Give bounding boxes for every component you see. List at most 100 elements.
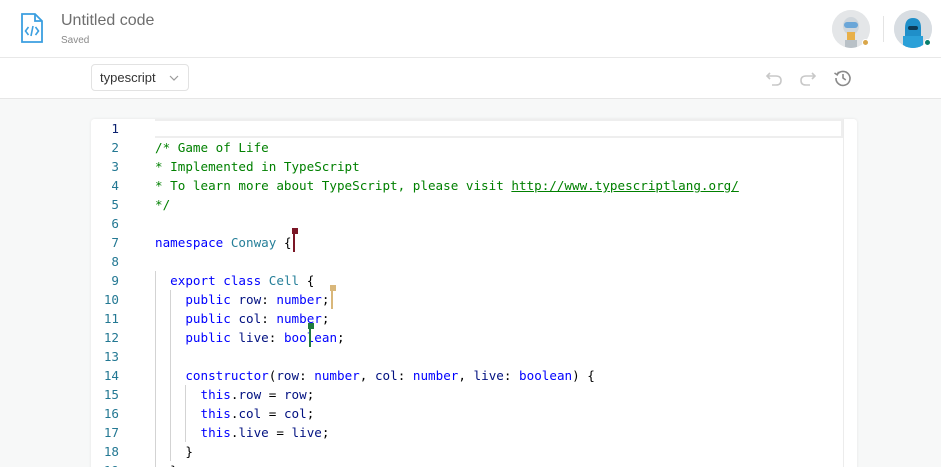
code-token: ; bbox=[321, 311, 330, 326]
code-token: col bbox=[283, 406, 307, 421]
line-number: 15 bbox=[103, 387, 119, 402]
code-token: : bbox=[268, 330, 284, 345]
code-token: , bbox=[458, 368, 474, 383]
code-token: namespace bbox=[155, 235, 224, 250]
redo-button[interactable] bbox=[797, 67, 819, 89]
line-number: 4 bbox=[111, 178, 119, 193]
remote-cursor-flag bbox=[307, 323, 314, 329]
code-token: boolean bbox=[519, 368, 573, 383]
code-line: /* Game of Life bbox=[155, 138, 269, 157]
editor-toolbar: typescript bbox=[0, 58, 941, 99]
line-number: 3 bbox=[111, 159, 119, 174]
code-token: col bbox=[238, 406, 262, 421]
code-editor[interactable]: 12345678910111213141516171819 /* Game of… bbox=[91, 119, 857, 467]
code-token: = bbox=[261, 387, 284, 402]
presence-indicator bbox=[924, 39, 931, 46]
line-number: 13 bbox=[103, 349, 119, 364]
code-token: } bbox=[155, 444, 193, 459]
code-line: } bbox=[155, 461, 178, 467]
code-token: * Implemented in TypeScript bbox=[155, 159, 360, 174]
line-number: 19 bbox=[91, 463, 119, 467]
line-number: 18 bbox=[103, 444, 119, 459]
code-line: this.row = row; bbox=[155, 385, 315, 404]
indent-guide bbox=[185, 385, 187, 442]
code-token: : bbox=[261, 311, 277, 326]
history-icon bbox=[834, 70, 851, 87]
code-token: { bbox=[276, 235, 292, 250]
line-number: 12 bbox=[103, 330, 119, 345]
code-token: export bbox=[170, 273, 216, 288]
code-token: public bbox=[185, 330, 231, 345]
code-line: namespace Conway { bbox=[155, 233, 292, 252]
code-link[interactable]: http://www.typescriptlang.org/ bbox=[511, 178, 738, 193]
code-line: this.col = col; bbox=[155, 404, 315, 423]
code-token: this bbox=[200, 387, 231, 402]
line-number: 10 bbox=[103, 292, 119, 307]
line-number-gutter: 12345678910111213141516171819 bbox=[91, 119, 155, 467]
undo-button[interactable] bbox=[763, 67, 785, 89]
language-select[interactable]: typescript bbox=[91, 64, 189, 91]
code-token: row bbox=[276, 368, 300, 383]
code-token: live bbox=[238, 425, 269, 440]
current-line-highlight bbox=[155, 119, 843, 138]
code-token: : bbox=[397, 368, 413, 383]
code-line: public col: number; bbox=[155, 309, 329, 328]
code-token: number bbox=[276, 311, 322, 326]
code-token: this bbox=[200, 425, 231, 440]
line-number: 17 bbox=[103, 425, 119, 440]
code-token: : bbox=[261, 292, 277, 307]
code-token: : bbox=[299, 368, 315, 383]
code-token: : bbox=[503, 368, 520, 383]
chevron-down-icon bbox=[169, 75, 179, 81]
code-token: ; bbox=[306, 387, 315, 402]
line-number: 2 bbox=[111, 140, 119, 155]
code-token: live bbox=[238, 330, 269, 345]
line-number: 16 bbox=[103, 406, 119, 421]
indent-guide bbox=[155, 271, 156, 467]
code-token: * To learn more about TypeScript, please… bbox=[155, 178, 512, 193]
code-token: } bbox=[155, 463, 178, 467]
remote-cursor-flag bbox=[330, 285, 337, 291]
line-number: 8 bbox=[111, 254, 119, 269]
code-token: ; bbox=[321, 292, 330, 307]
code-token: live bbox=[473, 368, 504, 383]
presence-indicator bbox=[862, 39, 869, 46]
code-token: row bbox=[238, 292, 262, 307]
language-label: typescript bbox=[100, 70, 156, 85]
header-divider bbox=[883, 16, 884, 42]
code-token: ; bbox=[337, 330, 345, 345]
history-button[interactable] bbox=[832, 67, 854, 89]
code-line: constructor(row: number, col: number, li… bbox=[155, 366, 595, 385]
code-token: class bbox=[223, 273, 262, 288]
code-token: ; bbox=[321, 425, 330, 440]
code-token: Cell bbox=[268, 273, 300, 288]
code-line: * To learn more about TypeScript, please… bbox=[155, 176, 739, 195]
line-number: 5 bbox=[111, 197, 119, 212]
code-token: col bbox=[238, 311, 262, 326]
code-token: col bbox=[374, 368, 398, 383]
remote-cursor bbox=[308, 328, 311, 347]
line-number: 6 bbox=[111, 216, 119, 231]
code-token: public bbox=[185, 311, 231, 326]
code-token: this bbox=[200, 406, 231, 421]
indent-guide bbox=[170, 290, 172, 461]
document-title[interactable]: Untitled code bbox=[61, 12, 154, 30]
vertical-scrollbar[interactable] bbox=[843, 119, 857, 467]
code-token: constructor bbox=[185, 368, 269, 383]
line-number: 7 bbox=[111, 235, 119, 250]
line-number: 14 bbox=[103, 368, 119, 383]
code-token: */ bbox=[155, 197, 171, 212]
code-token: row bbox=[283, 387, 307, 402]
code-line: } bbox=[155, 442, 193, 461]
code-token: , bbox=[359, 368, 375, 383]
code-token: public bbox=[185, 292, 231, 307]
code-token: number bbox=[276, 292, 322, 307]
redo-icon bbox=[800, 72, 817, 86]
top-bar: Untitled code Saved bbox=[0, 0, 941, 58]
remote-cursor bbox=[293, 233, 296, 252]
